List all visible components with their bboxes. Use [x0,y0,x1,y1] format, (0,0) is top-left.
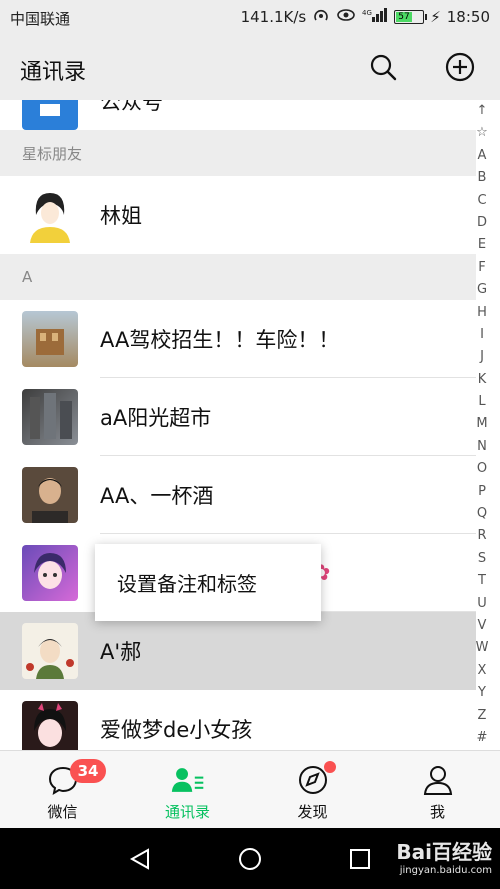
index-letter[interactable]: G [477,279,487,301]
hotspot-icon [312,7,330,27]
contact-name: AA驾校招生！！车险！！ [100,328,340,352]
tab-bar: 微信 34 通讯录 发现 我 [0,750,500,828]
tab-me[interactable]: 我 [375,751,500,828]
index-letter[interactable]: A [478,145,487,167]
list-item-official-accounts[interactable]: 公众号 [0,100,476,130]
index-letter[interactable]: # [477,727,488,749]
index-letter[interactable]: S [478,548,486,570]
index-letter[interactable]: H [477,302,487,324]
page-title: 通讯录 [20,60,87,85]
contacts-icon [171,763,205,797]
index-letter[interactable]: O [477,458,487,480]
search-icon[interactable] [366,50,400,84]
index-letter[interactable]: W [476,637,489,659]
index-letter[interactable]: K [478,369,487,391]
person-icon [421,763,455,797]
avatar [22,389,78,445]
set-remark-tag-menu-item[interactable]: 设置备注和标签 [117,568,257,597]
avatar [22,701,78,750]
index-letter[interactable]: J [480,346,484,368]
tab-chats[interactable]: 微信 34 [0,751,125,828]
index-letter[interactable]: P [478,481,486,503]
system-nav-bar: Bai百经验 jingyan.baidu.com [0,828,500,889]
index-letter[interactable]: R [477,525,486,547]
list-item[interactable]: AA驾校招生！！车险！！ [0,300,476,378]
contact-name: aA阳光超市 [100,406,212,430]
index-letter[interactable]: T [478,570,486,592]
clock: 18:50 [446,8,490,26]
index-letter[interactable]: Z [478,705,487,727]
tab-label: 我 [429,803,445,821]
contact-list[interactable]: 公众号 星标朋友 林姐 A AA驾校招生！！车险！！ aA阳光超市 AA、一杯酒… [0,100,476,750]
context-menu: 设置备注和标签 [95,544,321,621]
index-letter[interactable]: D [477,212,487,234]
avatar [22,467,78,523]
index-letter[interactable]: E [478,234,486,256]
tab-label: 发现 [297,803,328,821]
index-letter[interactable]: Q [477,503,487,525]
svg-text:4G: 4G [362,9,372,17]
tab-label: 通讯录 [164,803,210,821]
tab-contacts[interactable]: 通讯录 [125,751,250,828]
recents-square-icon[interactable] [345,844,375,874]
index-letter[interactable]: I [480,324,484,346]
contact-name: AA、一杯酒 [100,484,214,508]
avatar [22,311,78,367]
avatar [22,545,78,601]
home-circle-icon[interactable] [235,844,265,874]
list-item[interactable]: 林姐 [0,176,476,254]
list-item[interactable]: 爱做梦de小女孩 [0,690,476,750]
tab-label: 微信 [47,803,78,821]
new-dot-badge [324,761,336,773]
avatar [22,623,78,679]
index-letter[interactable]: ↑ [477,100,488,122]
index-letter[interactable]: M [476,413,487,435]
unread-badge: 34 [70,759,106,783]
contacts-screen: 中国联通 141.1K/s 4G 57 ⚡ 18:50 通讯录 公众号 星标朋友… [0,0,500,889]
header: 通讯录 [0,34,500,100]
carrier-label: 中国联通 [10,10,71,28]
index-letter[interactable]: B [478,167,487,189]
back-triangle-icon[interactable] [125,844,155,874]
contact-name: 爱做梦de小女孩 [100,718,253,742]
index-letter[interactable]: X [478,660,487,682]
list-item[interactable]: AA、一杯酒 [0,456,476,534]
official-accounts-icon [22,100,78,130]
index-letter[interactable]: ☆ [476,122,488,144]
charging-icon: ⚡ [430,8,441,26]
index-letter[interactable]: V [478,615,487,637]
index-letter[interactable]: C [477,190,486,212]
index-letter[interactable]: L [478,391,485,413]
contact-name: 林姐 [100,204,142,228]
battery-icon: 57 [394,10,428,24]
index-letter[interactable]: U [477,593,487,615]
index-letter[interactable]: Y [478,682,486,704]
section-header-a: A [0,254,476,300]
section-header-starred: 星标朋友 [0,130,476,176]
tab-discover[interactable]: 发现 [250,751,375,828]
avatar [22,187,78,243]
status-bar: 中国联通 141.1K/s 4G 57 ⚡ 18:50 [0,0,500,34]
signal-icon: 4G [362,7,388,27]
list-item[interactable]: A'郝 [0,612,476,690]
list-item-label: 公众号 [100,100,163,114]
index-letter[interactable]: N [477,436,487,458]
network-speed: 141.1K/s [240,8,307,26]
baidu-watermark: Bai百经验 jingyan.baidu.com [396,840,492,876]
eye-icon [336,8,356,26]
status-right: 141.1K/s 4G 57 ⚡ 18:50 [241,7,490,27]
list-item[interactable]: aA阳光超市 [0,378,476,456]
alphabet-index[interactable]: ↑ ☆ A B C D E F G H I J K L M N O P Q R S T U V W X Y Z # [470,100,494,750]
contact-name: A'郝 [100,640,142,664]
plus-circle-icon[interactable] [443,50,477,84]
index-letter[interactable]: F [478,257,485,279]
